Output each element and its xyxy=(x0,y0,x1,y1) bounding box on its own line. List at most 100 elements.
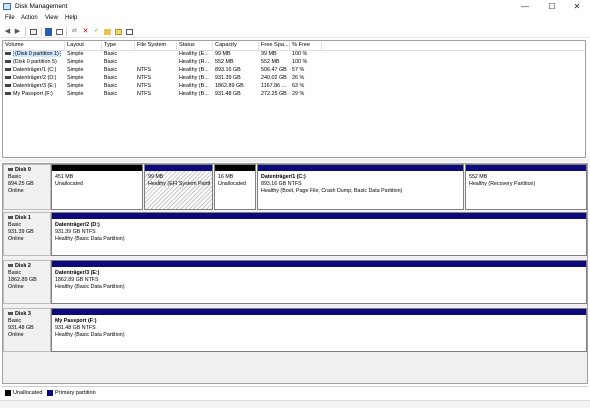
column-volume[interactable]: Volume xyxy=(3,42,65,50)
disk-type: Basic xyxy=(8,270,22,276)
delete-icon[interactable]: ✕ xyxy=(81,27,90,36)
disk-management-icon xyxy=(3,3,11,10)
column-percent-free[interactable]: % Free xyxy=(290,42,322,50)
partition-block[interactable]: Datenträger/2 (D:) 931.39 GB NTFS Healthy … xyxy=(51,212,587,256)
maximize-button[interactable]: ☐ xyxy=(539,0,565,13)
pane-splitter[interactable] xyxy=(0,159,590,162)
partition-text: Datenträger/2 (D:) 931.39 GB NTFS Healthy … xyxy=(55,222,584,243)
refresh-icon[interactable] xyxy=(55,27,64,36)
volume-icon xyxy=(5,52,11,56)
view-icon[interactable] xyxy=(125,27,134,36)
disk-state: Online xyxy=(8,332,24,338)
disk-state: Online xyxy=(8,284,24,290)
partition-block[interactable]: 99 MBHealthy (EFI System Partition) xyxy=(144,164,213,210)
cell-volume: Datenträger/3 (E:) xyxy=(5,83,65,89)
disk-label-1[interactable]: Disk 1 Basic 931.39 GB Online xyxy=(3,212,51,256)
partition-block[interactable]: Datenträger/1 (C:) 893.16 GB NTFS Healthy … xyxy=(257,164,464,210)
back-icon[interactable]: ◀ xyxy=(3,27,12,36)
toolbar-separator xyxy=(41,27,42,36)
table-row[interactable]: Datenträger/2 (D:) Simple Basic NTFS Healthy… xyxy=(3,75,585,83)
column-layout[interactable]: Layout xyxy=(65,42,102,50)
properties-icon[interactable] xyxy=(29,27,38,36)
toolbar: ◀ ▶ ⇄ ✕ ✓ xyxy=(0,25,590,38)
window-title: Disk Management xyxy=(15,3,68,10)
volume-list[interactable]: Volume Layout Type File System Status Ca… xyxy=(2,40,586,158)
column-free-space[interactable]: Free Spa... xyxy=(259,42,290,50)
column-type[interactable]: Type xyxy=(102,42,135,50)
disk-graphical-view[interactable]: Disk 0 Basic 894.25 GB Online 451 MB Unalloca… xyxy=(2,163,588,384)
disk-name: Disk 1 xyxy=(15,215,31,221)
disk-state: Online xyxy=(8,236,24,242)
partition-name: My Passport (F:) xyxy=(55,318,97,324)
disk-name: Disk 0 xyxy=(15,167,31,173)
cell-fs: NTFS xyxy=(137,83,152,89)
toolbar-separator xyxy=(25,27,26,36)
cell-fs: NTFS xyxy=(137,67,152,73)
legend-label-primary: Primary partition xyxy=(55,390,96,396)
column-capacity[interactable]: Capacity xyxy=(213,42,259,50)
partition-size: 1862.89 GB NTFS xyxy=(55,277,99,283)
disk-size: 931.48 GB xyxy=(8,325,34,331)
partition-text: Datenträger/1 (C:) 893.16 GB NTFS Healthy … xyxy=(261,174,461,195)
menu-view[interactable]: View xyxy=(45,15,58,21)
table-row[interactable]: (Disk 0 partition 1) Simple Basic Healthy (… xyxy=(3,51,585,59)
volume-icon xyxy=(5,60,11,64)
wizard-icon[interactable] xyxy=(114,27,123,36)
cell-layout: Simple xyxy=(67,59,84,65)
forward-icon[interactable]: ▶ xyxy=(13,27,22,36)
partition-text: My Passport (F:) 931.48 GB NTFS Healthy (B… xyxy=(55,318,584,339)
table-row[interactable]: Datenträger/3 (E:) Simple Basic NTFS Healthy… xyxy=(3,83,585,91)
partition-status: Healthy (Basic Data Partition) xyxy=(55,236,125,242)
partition-block[interactable]: 552 MB Healthy (Recovery Partition) xyxy=(465,164,587,210)
disk-label-2[interactable]: Disk 2 Basic 1862.89 GB Online xyxy=(3,260,51,304)
partition-name: Datenträger/3 (E:) xyxy=(55,270,100,276)
connect-icon[interactable]: ⇄ xyxy=(70,27,79,36)
close-button[interactable]: ✕ xyxy=(564,0,590,13)
disk-icon xyxy=(8,264,13,268)
check-icon[interactable]: ✓ xyxy=(92,27,101,36)
partition-block[interactable]: Datenträger/3 (E:) 1862.89 GB NTFS Healthy… xyxy=(51,260,587,304)
menu-action[interactable]: Action xyxy=(21,15,38,21)
help-icon[interactable] xyxy=(44,27,53,36)
partition-bar xyxy=(215,165,255,171)
cell-type: Basic xyxy=(104,91,118,97)
cell-capacity: 1862.89 GB xyxy=(215,83,244,89)
partition-block[interactable]: My Passport (F:) 931.48 GB NTFS Healthy (B… xyxy=(51,308,587,352)
volume-name: (Disk 0 partition 5) xyxy=(13,59,57,65)
partition-status: Healthy (Basic Data Partition) xyxy=(55,284,125,290)
disk-label-0[interactable]: Disk 0 Basic 894.25 GB Online xyxy=(3,164,51,210)
disk-type: Basic xyxy=(8,174,22,180)
cell-status: Healthy (B... xyxy=(179,75,209,81)
folder-icon[interactable] xyxy=(103,27,112,36)
column-file-system[interactable]: File System xyxy=(135,42,177,50)
partition-text: 16 MB Unallocated xyxy=(218,174,253,188)
cell-pct: 100 % xyxy=(292,59,308,65)
partition-size: 16 MB xyxy=(218,174,234,180)
volume-name: Datenträger/2 (D:) xyxy=(13,75,57,81)
table-row[interactable]: My Passport (F:) Simple Basic NTFS Healthy (… xyxy=(3,91,585,99)
partition-block[interactable]: 451 MB Unallocated xyxy=(51,164,143,210)
legend-label-unallocated: Unallocated xyxy=(13,390,43,396)
partition-bar xyxy=(145,165,212,171)
minimize-button[interactable]: — xyxy=(512,0,538,13)
partition-bar xyxy=(258,165,463,171)
volume-icon xyxy=(5,76,11,80)
cell-volume: (Disk 0 partition 1) xyxy=(5,51,65,57)
column-status[interactable]: Status xyxy=(177,42,213,50)
cell-type: Basic xyxy=(104,67,118,73)
cell-layout: Simple xyxy=(67,51,84,57)
cell-free: 506.47 GB xyxy=(261,67,287,73)
cell-free: 240.02 GB xyxy=(261,75,287,81)
cell-capacity: 552 MB xyxy=(215,59,234,65)
disk-label-3[interactable]: Disk 3 Basic 931.48 GB Online xyxy=(3,308,51,352)
menu-file[interactable]: File xyxy=(5,15,15,21)
disk-icon xyxy=(8,312,13,316)
disk-size: 1862.89 GB xyxy=(8,277,37,283)
disk-name: Disk 3 xyxy=(15,311,31,317)
cell-volume: Datenträger/1 (C:) xyxy=(5,67,65,73)
table-row[interactable]: Datenträger/1 (C:) Simple Basic NTFS Healthy… xyxy=(3,67,585,75)
table-row[interactable]: (Disk 0 partition 5) Simple Basic Healthy (… xyxy=(3,59,585,67)
cell-layout: Simple xyxy=(67,83,84,89)
partition-block[interactable]: 16 MB Unallocated xyxy=(214,164,256,210)
menu-help[interactable]: Help xyxy=(65,15,77,21)
